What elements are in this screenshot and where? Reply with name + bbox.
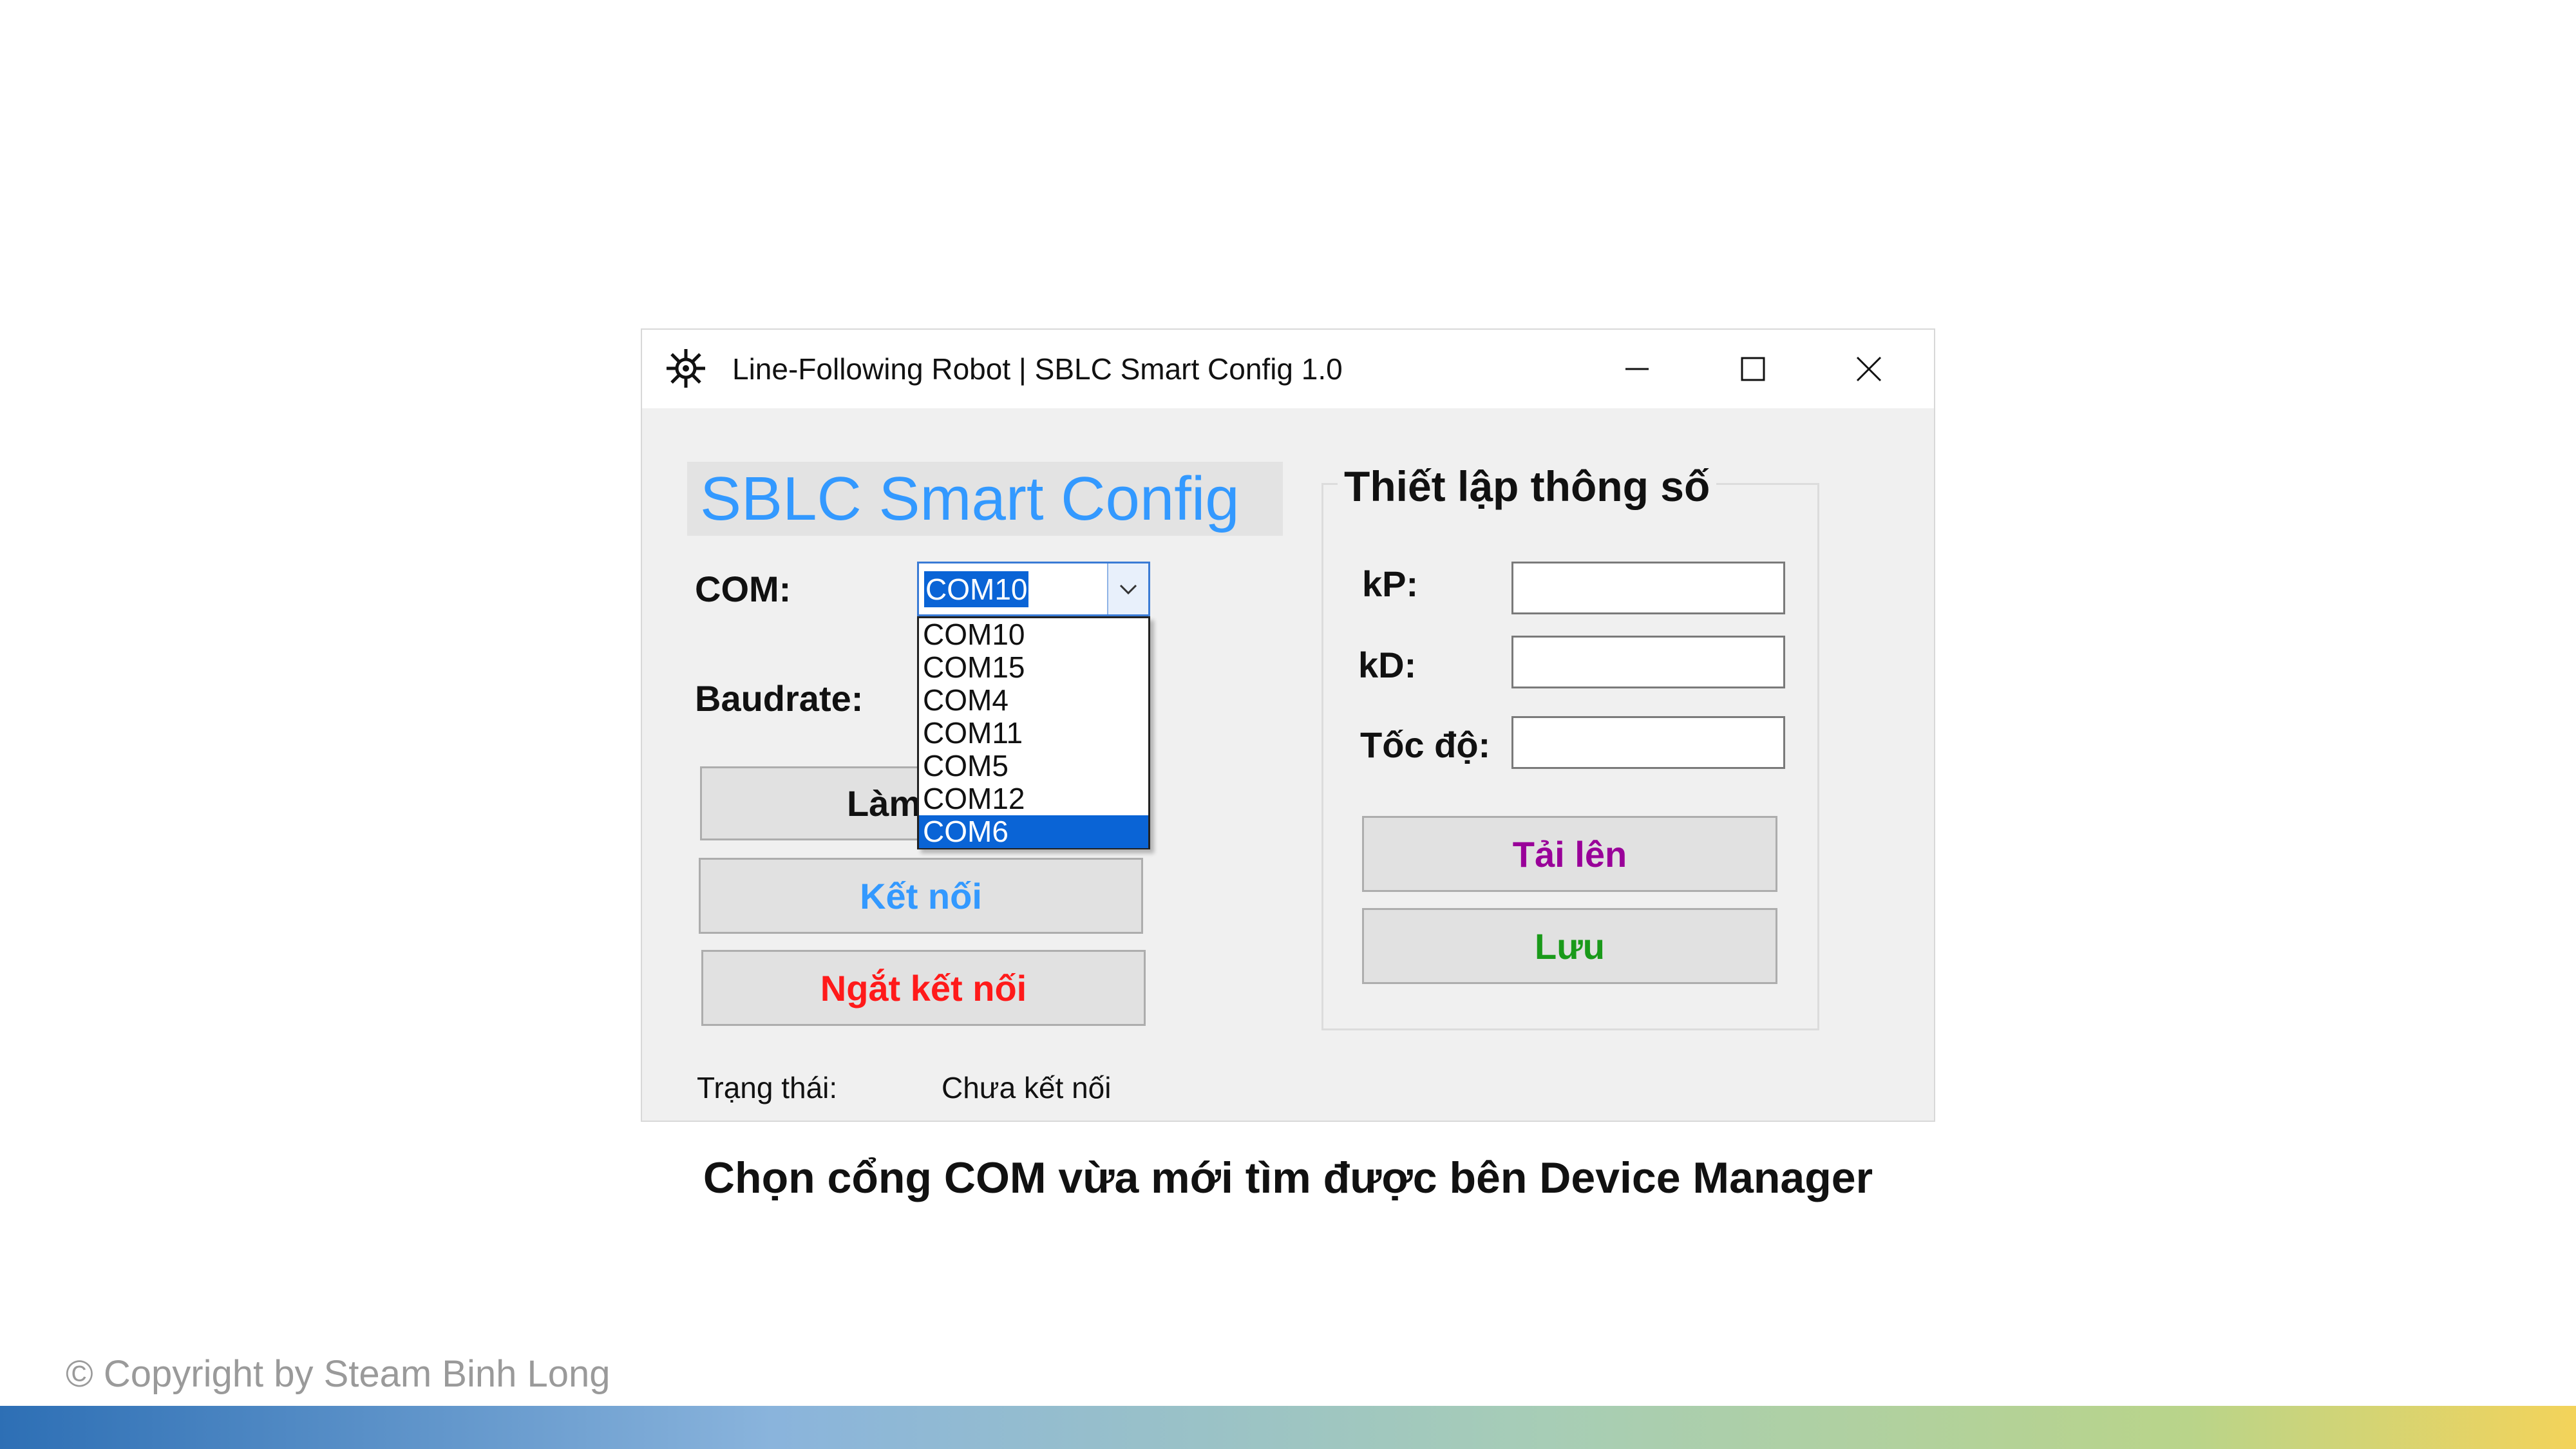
com-label: COM:: [695, 569, 791, 609]
com-selected-value: COM10: [924, 571, 1029, 607]
kd-input[interactable]: [1511, 636, 1785, 688]
com-option[interactable]: COM12: [919, 782, 1148, 815]
connect-button[interactable]: Kết nối: [699, 858, 1143, 934]
minimize-button[interactable]: [1579, 330, 1695, 408]
close-icon: [1856, 356, 1882, 382]
com-option[interactable]: COM15: [919, 651, 1148, 684]
close-button[interactable]: [1811, 330, 1927, 408]
speed-input[interactable]: [1511, 716, 1785, 769]
footer-gradient-bar: [0, 1406, 2576, 1449]
brand-title: SBLC Smart Config: [687, 462, 1283, 536]
robot-gear-icon: [667, 349, 705, 388]
title-bar[interactable]: Line-Following Robot | SBLC Smart Config…: [642, 330, 1934, 408]
speed-label: Tốc độ:: [1360, 724, 1491, 765]
com-option[interactable]: COM10: [919, 618, 1148, 651]
minimize-icon: [1625, 368, 1649, 370]
maximize-button[interactable]: [1695, 330, 1811, 408]
com-option[interactable]: COM4: [919, 684, 1148, 717]
refresh-button[interactable]: Làm: [700, 766, 921, 840]
upload-button[interactable]: Tải lên: [1362, 816, 1777, 892]
params-group-title: Thiết lập thông số: [1338, 462, 1717, 511]
copyright-text: © Copyright by Steam Binh Long: [66, 1353, 611, 1395]
kp-label: kP:: [1362, 564, 1419, 604]
baudrate-label: Baudrate:: [695, 678, 864, 719]
com-option[interactable]: COM5: [919, 750, 1148, 782]
status-value: Chưa kết nối: [942, 1071, 1112, 1104]
kd-label: kD:: [1358, 645, 1417, 685]
maximize-icon: [1741, 357, 1765, 381]
kp-input[interactable]: [1511, 562, 1785, 614]
slide-caption: Chọn cổng COM vừa mới tìm được bên Devic…: [703, 1153, 1873, 1202]
com-port-select[interactable]: COM10: [917, 562, 1150, 616]
com-option[interactable]: COM11: [919, 717, 1148, 750]
chevron-down-icon: [1119, 584, 1137, 594]
com-option-highlighted[interactable]: COM6: [919, 815, 1148, 848]
status-label: Trạng thái:: [697, 1071, 838, 1104]
disconnect-button[interactable]: Ngắt kết nối: [701, 950, 1146, 1026]
com-dropdown-list[interactable]: COM10 COM15 COM4 COM11 COM5 COM12 COM6: [917, 616, 1150, 849]
save-button[interactable]: Lưu: [1362, 908, 1777, 984]
app-window: Line-Following Robot | SBLC Smart Config…: [641, 328, 1935, 1122]
window-title: Line-Following Robot | SBLC Smart Config…: [732, 352, 1343, 386]
com-dropdown-toggle[interactable]: [1107, 564, 1148, 614]
